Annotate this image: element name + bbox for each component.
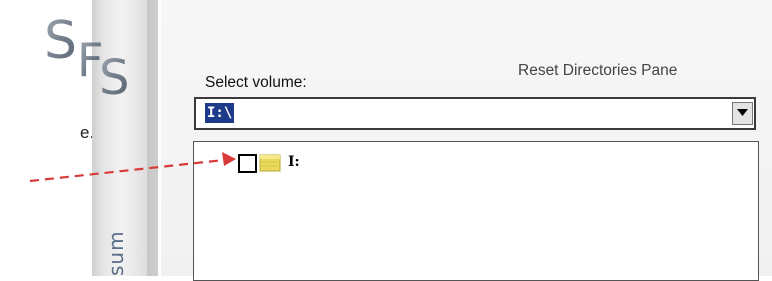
folder-icon [259, 154, 281, 172]
volume-select-value: I:\ [205, 103, 235, 123]
sidebar-shadow [147, 0, 161, 276]
svg-text:S: S [44, 14, 77, 71]
tree-item-label[interactable]: I: [288, 154, 300, 170]
tree-item-checkbox[interactable] [238, 154, 257, 173]
dropdown-button[interactable] [732, 102, 753, 125]
sfs-logo: S F S [44, 14, 129, 98]
chevron-down-icon [737, 109, 748, 116]
directories-pane[interactable]: I: [193, 141, 759, 281]
reset-directories-button[interactable]: Reset Directories Pane [518, 56, 748, 86]
svg-text:S: S [99, 50, 129, 98]
select-volume-label: Select volume: [205, 74, 307, 91]
volume-select[interactable]: I:\ [194, 97, 756, 130]
sidebar-vertical-text: sum [104, 230, 128, 276]
